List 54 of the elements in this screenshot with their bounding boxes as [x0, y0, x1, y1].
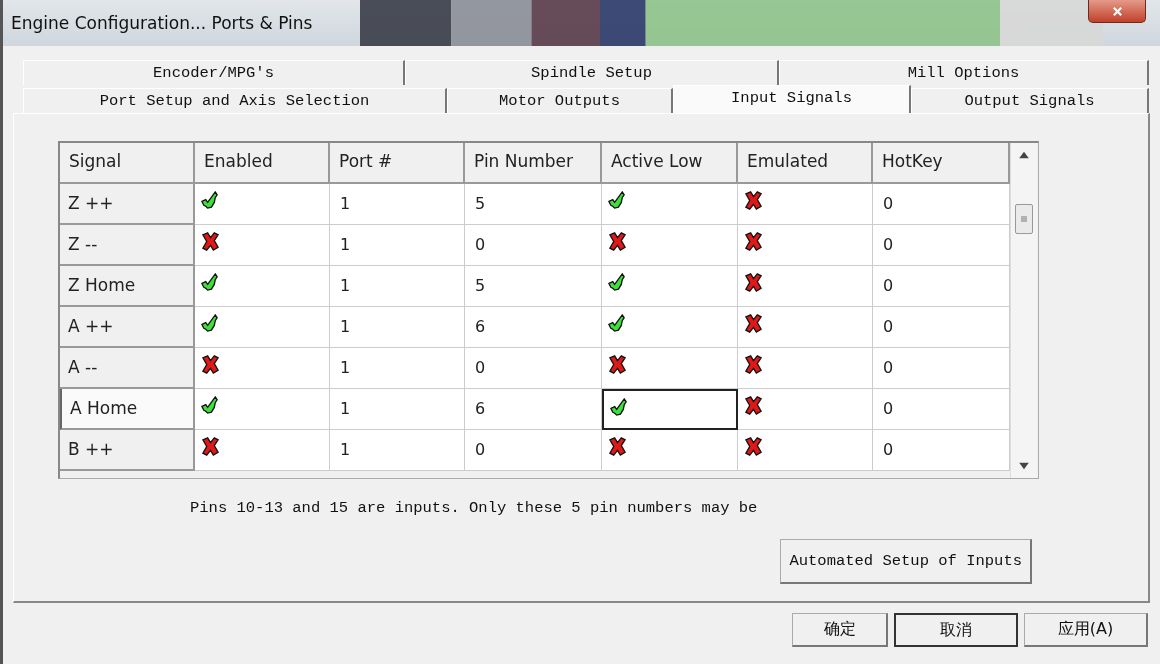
table-cell: 1	[330, 225, 465, 266]
table-cell: 1	[330, 348, 465, 389]
row-header[interactable]: Z Home	[60, 266, 195, 307]
focused-cell[interactable]	[602, 389, 738, 430]
tab[interactable]: Output Signals	[911, 88, 1149, 113]
column-header[interactable]: Active Low	[602, 143, 738, 184]
table-cell: 1	[330, 307, 465, 348]
dialog-button[interactable]: 取消	[894, 613, 1018, 647]
table-cell: 0	[873, 430, 1010, 471]
table-cell: 0	[873, 225, 1010, 266]
row-header[interactable]: Z --	[60, 225, 195, 266]
tab[interactable]: Port Setup and Axis Selection	[23, 88, 447, 113]
automated-setup-button[interactable]: Automated Setup of Inputs	[780, 539, 1032, 584]
row-header[interactable]: A Home	[60, 389, 195, 430]
table-cell: 6	[465, 389, 602, 430]
row-header[interactable]: A ++	[60, 307, 195, 348]
note-text: Pins 10-13 and 15 are inputs. Only these 5 pin numbers may be	[190, 499, 759, 517]
table-cell: 0	[873, 307, 1010, 348]
table-cell: 1	[330, 184, 465, 225]
table-cell: 0	[873, 348, 1010, 389]
row-header[interactable]: B ++	[60, 430, 195, 471]
tab[interactable]: Encoder/MPG's	[23, 60, 405, 85]
tab[interactable]: Input Signals	[673, 85, 911, 113]
table-cell: 0	[873, 184, 1010, 225]
tab[interactable]: Spindle Setup	[405, 60, 779, 85]
grip-icon	[1020, 215, 1028, 223]
table-cell: 1	[330, 389, 465, 430]
scroll-thumb[interactable]	[1015, 204, 1033, 234]
dialog-button[interactable]: 确定	[792, 613, 888, 647]
table-cell: 0	[465, 225, 602, 266]
close-icon	[1111, 5, 1123, 17]
row-header[interactable]: Z ++	[60, 184, 195, 225]
table-cell: 0	[465, 348, 602, 389]
column-header[interactable]: Emulated	[738, 143, 873, 184]
table-cell: 5	[465, 184, 602, 225]
tab[interactable]: Motor Outputs	[447, 88, 673, 113]
column-header[interactable]: Port #	[330, 143, 465, 184]
column-header[interactable]: Enabled	[195, 143, 330, 184]
table-cell: 0	[465, 430, 602, 471]
tab[interactable]: Mill Options	[779, 60, 1149, 85]
row-header[interactable]: A --	[60, 348, 195, 389]
table-cell: 0	[873, 389, 1010, 430]
column-header[interactable]: Signal	[60, 143, 195, 184]
dialog-button[interactable]: 应用(A)	[1024, 613, 1148, 647]
column-header[interactable]: HotKey	[873, 143, 1010, 184]
table-cell: 5	[465, 266, 602, 307]
window-title: Engine Configuration... Ports & Pins	[10, 13, 314, 33]
scrollbar[interactable]	[1010, 143, 1037, 478]
column-header[interactable]: Pin Number	[465, 143, 602, 184]
table-cell: 0	[873, 266, 1010, 307]
table-cell: 6	[465, 307, 602, 348]
close-button[interactable]	[1088, 0, 1146, 23]
table-cell: 1	[330, 430, 465, 471]
table-cell: 1	[330, 266, 465, 307]
